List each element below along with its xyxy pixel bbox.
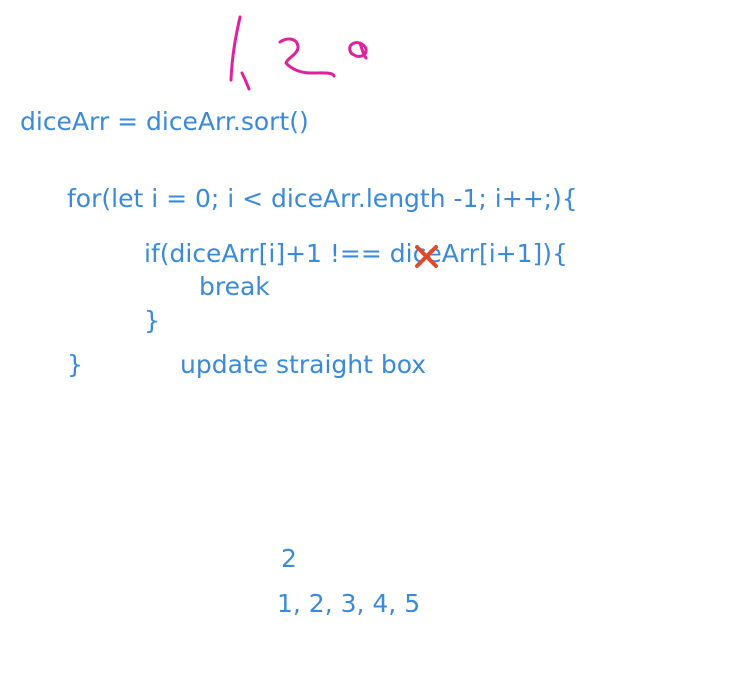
- whiteboard-canvas: diceArr = diceArr.sort() for(let i = 0; …: [0, 0, 747, 681]
- note-sequence: 1, 2, 3, 4, 5: [277, 589, 421, 618]
- note-value: 2: [281, 544, 297, 573]
- code-line-sort: diceArr = diceArr.sort(): [20, 107, 309, 136]
- code-line-for-loop: for(let i = 0; i < diceArr.length -1; i+…: [67, 184, 578, 213]
- code-line-break: break: [199, 272, 270, 301]
- code-line-if-start: if(diceArr[i]+1 !==: [144, 239, 382, 268]
- code-note-update: update straight box: [180, 350, 427, 379]
- x-mark-icon: [415, 245, 438, 268]
- code-line-if-close: }: [144, 306, 160, 335]
- code-line-if-end: diceArr[i+1]){: [381, 239, 568, 268]
- code-line-for-close: }: [67, 350, 83, 379]
- code-line-if: if(diceArr[i]+1 !== diceArr[i+1]){: [144, 239, 568, 269]
- handwritten-note: [229, 15, 368, 91]
